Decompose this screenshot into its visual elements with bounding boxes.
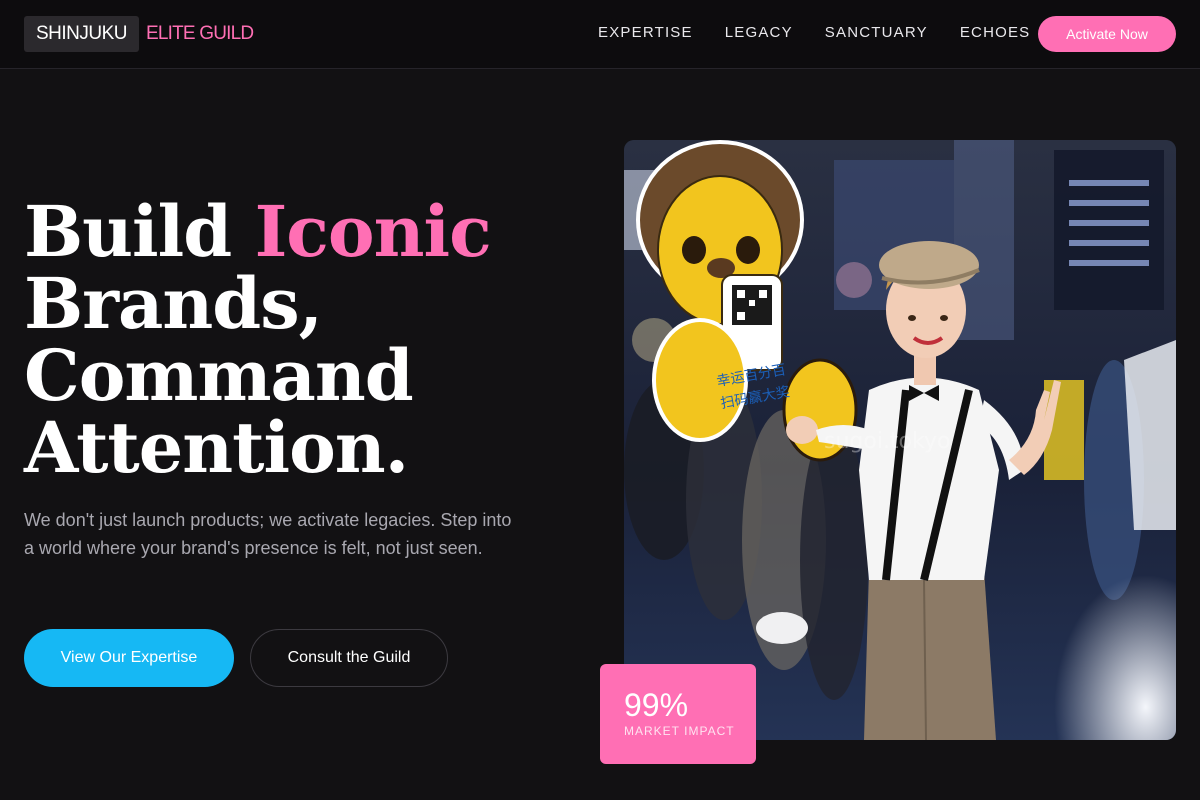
nav-link-sanctuary[interactable]: SANCTUARY (825, 22, 928, 44)
consult-guild-button[interactable]: Consult the Guild (250, 629, 448, 687)
nav-link-legacy[interactable]: LEGACY (725, 22, 793, 44)
headline-line4: Attention. (24, 406, 409, 489)
headline-line2: Brands, (24, 262, 323, 345)
logo-primary[interactable]: SHINJUKU (24, 16, 140, 52)
nav-links: EXPERTISE LEGACY SANCTUARY ECHOES (598, 22, 1030, 44)
headline-line3: Command (24, 334, 414, 417)
headline-part1: Build (24, 190, 255, 273)
logo-secondary[interactable]: ELITE GUILD (146, 16, 254, 52)
activate-now-button[interactable]: Activate Now (1038, 16, 1176, 52)
headline-accent: Iconic (254, 190, 492, 273)
nav-link-expertise[interactable]: EXPERTISE (598, 22, 693, 44)
nav-link-echoes[interactable]: ECHOES (960, 22, 1031, 44)
stat-label: MARKET IMPACT (624, 724, 735, 738)
hero-description: We don't just launch products; we activa… (24, 510, 512, 558)
market-impact-card: 99% MARKET IMPACT (600, 664, 756, 764)
photo-watermark: sugoi.tokyo (824, 429, 950, 454)
hero-photo-illustration: 幸运百分百 扫码赢大奖 sugoi.tokyo (624, 140, 1176, 740)
stat-value: 99% (624, 687, 689, 723)
hero-photo: 幸运百分百 扫码赢大奖 sugoi.tokyo (624, 140, 1176, 740)
hero-headline: Build Iconic Brands, Command Attention. (24, 196, 584, 484)
top-navigation: SHINJUKU ELITE GUILD EXPERTISE LEGACY SA… (0, 0, 1200, 69)
view-expertise-button[interactable]: View Our Expertise (24, 629, 234, 687)
